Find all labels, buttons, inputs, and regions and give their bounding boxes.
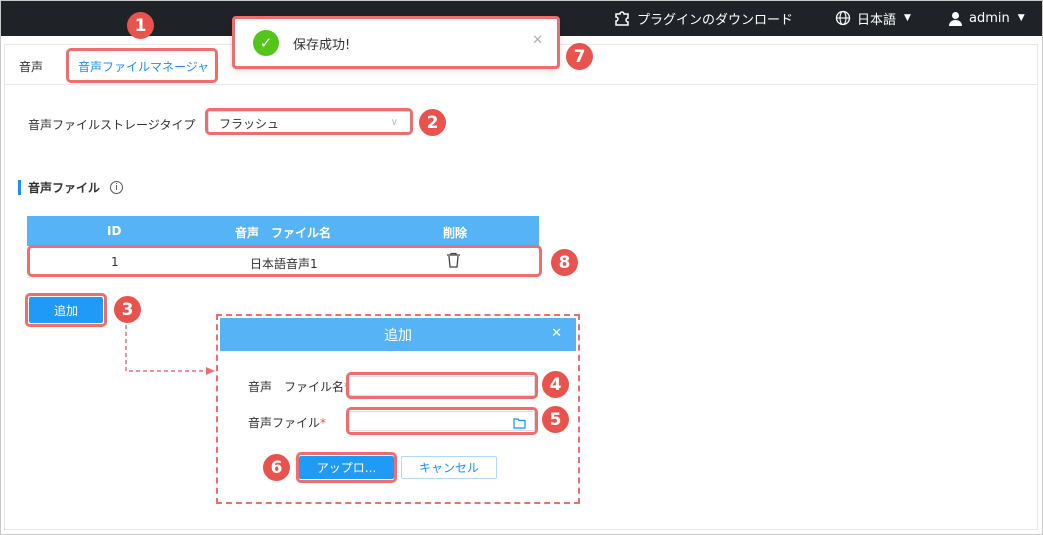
callout-box-8 — [27, 245, 542, 277]
toast-message: 保存成功! — [293, 38, 351, 53]
callout-number-1: 1 — [127, 12, 154, 39]
close-icon[interactable]: ✕ — [551, 326, 562, 341]
chevron-down-icon: ▼ — [1017, 13, 1025, 23]
user-menu[interactable]: admin ▼ — [948, 0, 1025, 36]
section-title: 音声ファイル i — [18, 180, 124, 195]
filename-label-text: 音声 ファイル名 — [248, 380, 345, 394]
close-icon[interactable]: ✕ — [532, 33, 543, 48]
header-filename: 音声 ファイル名 — [235, 226, 332, 240]
check-icon: ✓ — [253, 30, 279, 56]
cancel-button[interactable]: キャンセル — [401, 456, 497, 479]
info-icon[interactable]: i — [110, 181, 124, 194]
callout-box-6 — [296, 452, 397, 483]
callout-box-5 — [346, 407, 538, 435]
callout-box-2 — [205, 108, 413, 135]
globe-icon — [835, 10, 851, 26]
plugin-download-link[interactable]: プラグインのダウンロード — [613, 0, 793, 36]
tab-voice[interactable]: 音声 — [19, 58, 43, 75]
dialog-title: 追加 — [384, 327, 412, 344]
file-label-text: 音声ファイル — [248, 416, 321, 430]
file-label: 音声ファイル* — [248, 414, 326, 431]
callout-number-5: 5 — [542, 406, 569, 433]
table-header: ID 音声 ファイル名 削除 — [27, 216, 539, 246]
callout-number-7: 7 — [566, 43, 593, 70]
callout-box-3 — [25, 293, 107, 327]
callout-number-2: 2 — [419, 109, 446, 136]
language-select[interactable]: 日本語 ▼ — [835, 0, 911, 36]
user-label: admin — [969, 10, 1010, 26]
header-delete: 削除 — [443, 226, 468, 240]
chevron-down-icon: ▼ — [904, 13, 911, 23]
callout-number-4: 4 — [542, 371, 569, 398]
puzzle-icon — [615, 11, 629, 26]
callout-box-1 — [66, 48, 218, 83]
section-title-text: 音声ファイル — [28, 181, 101, 195]
plugin-download-label: プラグインのダウンロード — [637, 12, 794, 28]
user-icon — [949, 11, 962, 26]
callout-number-3: 3 — [114, 296, 141, 323]
callout-number-6: 6 — [263, 454, 290, 481]
language-label: 日本語 — [857, 12, 897, 28]
filename-label: 音声 ファイル名* — [248, 378, 350, 395]
storage-type-label: 音声ファイルストレージタイプ — [28, 118, 196, 132]
header-id: ID — [107, 224, 122, 238]
dialog-header: 追加 ✕ — [220, 318, 576, 351]
dashed-arrow — [125, 325, 215, 375]
required-mark: * — [320, 416, 327, 430]
callout-number-8: 8 — [551, 249, 578, 276]
success-toast: ✓ 保存成功! ✕ — [232, 16, 560, 69]
callout-box-4 — [346, 372, 538, 399]
